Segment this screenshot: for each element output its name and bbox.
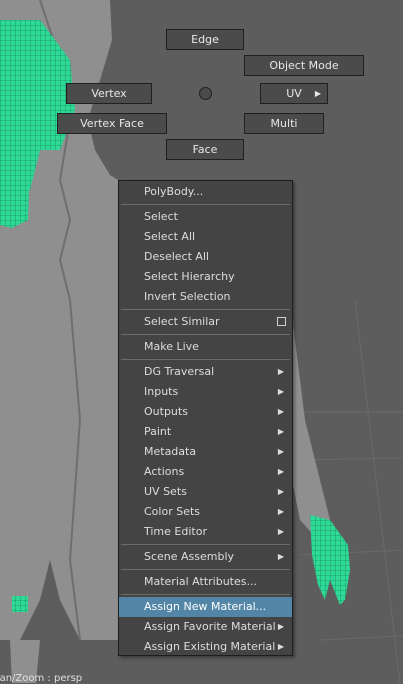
menu-item-scene-assembly[interactable]: Scene Assembly ▶	[119, 547, 292, 567]
menu-separator	[121, 594, 290, 595]
menu-item-assign-new-material[interactable]: Assign New Material...	[119, 597, 292, 617]
marking-multi[interactable]: Multi	[244, 113, 324, 134]
marking-menu-center	[199, 87, 212, 100]
context-menu: PolyBody... Select Select All Deselect All S…	[118, 180, 293, 656]
submenu-arrow-icon: ▶	[277, 552, 284, 561]
submenu-arrow-icon: ▶	[277, 622, 284, 631]
menu-item-label: Deselect All	[144, 250, 210, 263]
submenu-arrow-icon: ▶	[277, 427, 284, 436]
menu-item-label: Select Hierarchy	[144, 270, 235, 283]
menu-item-invert-selection[interactable]: Invert Selection	[119, 287, 292, 307]
menu-item-label: Select Similar	[144, 315, 220, 328]
menu-item-label: Material Attributes...	[144, 575, 257, 588]
menu-item-polybody[interactable]: PolyBody...	[119, 182, 292, 202]
menu-item-paint[interactable]: Paint ▶	[119, 422, 292, 442]
menu-item-label: UV Sets	[144, 485, 187, 498]
menu-item-label: Scene Assembly	[144, 550, 235, 563]
menu-item-label: Invert Selection	[144, 290, 231, 303]
menu-item-inputs[interactable]: Inputs ▶	[119, 382, 292, 402]
menu-item-label: PolyBody...	[144, 185, 204, 198]
menu-item-label: Assign New Material...	[144, 600, 267, 613]
submenu-arrow-icon: ▶	[277, 407, 284, 416]
menu-item-assign-existing-material[interactable]: Assign Existing Material ▶	[119, 637, 292, 657]
submenu-arrow-icon: ▶	[277, 367, 284, 376]
menu-item-select-all[interactable]: Select All	[119, 227, 292, 247]
marking-face[interactable]: Face	[166, 139, 244, 160]
marking-uv[interactable]: UV ▶	[260, 83, 328, 104]
submenu-arrow-icon: ▶	[277, 487, 284, 496]
submenu-arrow-icon: ▶	[277, 527, 284, 536]
menu-item-label: Make Live	[144, 340, 199, 353]
option-box-icon[interactable]	[277, 317, 286, 326]
menu-separator	[121, 309, 290, 310]
menu-item-assign-favorite-material[interactable]: Assign Favorite Material ▶	[119, 617, 292, 637]
menu-item-dg-traversal[interactable]: DG Traversal ▶	[119, 362, 292, 382]
marking-vertex[interactable]: Vertex	[66, 83, 152, 104]
submenu-arrow-icon: ▶	[277, 447, 284, 456]
menu-item-label: Inputs	[144, 385, 179, 398]
submenu-arrow-icon: ▶	[277, 642, 284, 651]
menu-item-color-sets[interactable]: Color Sets ▶	[119, 502, 292, 522]
menu-item-label: Assign Existing Material	[144, 640, 276, 653]
menu-item-label: Select	[144, 210, 178, 223]
submenu-arrow-icon: ▶	[314, 89, 321, 98]
menu-item-material-attributes[interactable]: Material Attributes...	[119, 572, 292, 592]
menu-separator	[121, 544, 290, 545]
submenu-arrow-icon: ▶	[277, 507, 284, 516]
menu-item-outputs[interactable]: Outputs ▶	[119, 402, 292, 422]
menu-item-label: Outputs	[144, 405, 188, 418]
menu-item-label: Actions	[144, 465, 185, 478]
menu-separator	[121, 569, 290, 570]
menu-item-select-similar[interactable]: Select Similar	[119, 312, 292, 332]
marking-vertex-face[interactable]: Vertex Face	[57, 113, 167, 134]
menu-item-time-editor[interactable]: Time Editor ▶	[119, 522, 292, 542]
menu-item-label: Assign Favorite Material	[144, 620, 276, 633]
menu-item-make-live[interactable]: Make Live	[119, 337, 292, 357]
marking-edge[interactable]: Edge	[166, 29, 244, 50]
menu-item-label: Color Sets	[144, 505, 201, 518]
menu-item-label: Select All	[144, 230, 196, 243]
menu-item-label: Metadata	[144, 445, 197, 458]
submenu-arrow-icon: ▶	[277, 387, 284, 396]
menu-separator	[121, 359, 290, 360]
menu-item-actions[interactable]: Actions ▶	[119, 462, 292, 482]
marking-object-mode[interactable]: Object Mode	[244, 55, 364, 76]
menu-item-select-hierarchy[interactable]: Select Hierarchy	[119, 267, 292, 287]
menu-item-label: Paint	[144, 425, 172, 438]
marking-uv-label: UV	[286, 87, 302, 100]
menu-item-metadata[interactable]: Metadata ▶	[119, 442, 292, 462]
camera-hud: Pan/Zoom : persp	[0, 673, 83, 684]
menu-item-uv-sets[interactable]: UV Sets ▶	[119, 482, 292, 502]
menu-item-deselect-all[interactable]: Deselect All	[119, 247, 292, 267]
menu-separator	[121, 204, 290, 205]
menu-item-label: DG Traversal	[144, 365, 215, 378]
menu-item-select[interactable]: Select	[119, 207, 292, 227]
submenu-arrow-icon: ▶	[277, 467, 284, 476]
menu-item-label: Time Editor	[144, 525, 207, 538]
menu-separator	[121, 334, 290, 335]
